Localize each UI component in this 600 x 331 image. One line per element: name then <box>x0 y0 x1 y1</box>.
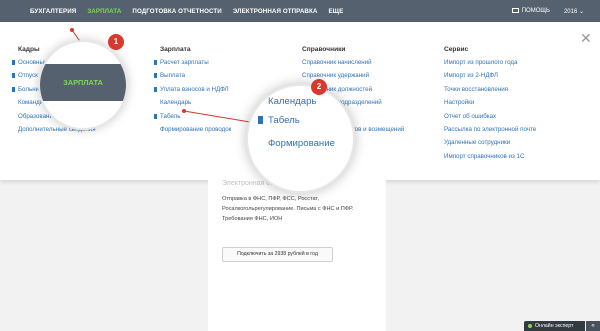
column-salary: Зарплата Расчет зарплаты Выплата Уплата … <box>154 46 231 139</box>
nav-salary[interactable]: ЗАРПЛАТА <box>87 8 121 15</box>
zoom-salary-label: ЗАРПЛАТА <box>63 78 103 87</box>
step-badge-1: 1 <box>108 34 124 50</box>
menu-item[interactable]: Импорт из прошлого года <box>444 59 536 72</box>
promo-line: Требования ФНС, ИОН <box>222 216 283 222</box>
menu-item[interactable]: Формирование проводок <box>160 126 231 139</box>
flag-icon <box>12 60 15 65</box>
top-navigation-bar: БУХГАЛТЕРИЯ ЗАРПЛАТА ПОДГОТОВКА ОТЧЕТНОС… <box>0 0 600 22</box>
zoom-callout-salary: ЗАРПЛАТА <box>38 40 128 130</box>
flag-icon <box>12 73 15 79</box>
menu-item[interactable]: Удаленные сотрудники <box>444 139 536 152</box>
column-title: Сервис <box>444 46 469 53</box>
online-status-icon <box>528 324 532 328</box>
menu-item[interactable]: Точки восстановления <box>444 86 536 99</box>
menu-item[interactable]: Рассылка по электронной почте <box>444 126 536 139</box>
menu-item-label: Расчет зарплаты <box>160 59 209 66</box>
menu-item-label: Выплата <box>160 72 186 80</box>
nav-more[interactable]: ЕЩЕ <box>328 8 343 15</box>
promo-description: Отправка в ФНС, ПФР, ФСС, Росстат, Росал… <box>222 194 382 224</box>
menu-item[interactable]: Выплата <box>154 72 231 85</box>
menu-item[interactable]: Расчет зарплаты <box>154 59 231 72</box>
menu-item[interactable]: Календарь <box>160 99 231 112</box>
zoom-item-calendar: Календарь <box>268 96 317 107</box>
column-title: Справочники <box>302 46 346 53</box>
year-label: 2016 <box>563 8 578 15</box>
online-expert-widget[interactable]: Онлайн эксперт <box>524 321 585 331</box>
nav-e-filing[interactable]: ЭЛЕКТРОННАЯ ОТПРАВКА <box>233 8 318 15</box>
promo-line: Отправка в ФНС, ПФР, ФСС, Росстат, <box>222 196 320 202</box>
flag-icon <box>154 113 157 119</box>
connect-button[interactable]: Подключить за 2938 рублей в год <box>222 247 333 262</box>
menu-item-label: Отпуск <box>18 72 38 80</box>
menu-item[interactable]: Настройки <box>444 99 536 112</box>
menu-item[interactable]: Справочник начислений <box>302 59 404 72</box>
top-right-controls: ПОМОЩЬ 2016 ⌄ <box>511 0 584 22</box>
online-expert-label: Онлайн эксперт <box>535 323 574 329</box>
menu-item[interactable]: Импорт из 2-НДФЛ <box>444 72 536 85</box>
close-icon[interactable]: ✕ <box>580 31 592 45</box>
help-label: ПОМОЩЬ <box>521 8 550 15</box>
main-nav: БУХГАЛТЕРИЯ ЗАРПЛАТА ПОДГОТОВКА ОТЧЕТНОС… <box>30 8 343 15</box>
nav-reporting[interactable]: ПОДГОТОВКА ОТЧЕТНОСТИ <box>132 8 221 15</box>
zoom-callout-timesheet: Календарь Табель Формирование <box>246 84 355 193</box>
help-link[interactable]: ПОМОЩЬ <box>511 7 550 15</box>
menu-item[interactable]: Отчет об ошибках <box>444 113 536 126</box>
zoom-item-forming: Формирование <box>268 138 335 149</box>
e-filing-promo: Электронная отправка Отправка в ФНС, ПФР… <box>208 180 386 331</box>
column-service: Сервис Импорт из прошлого года Импорт из… <box>444 46 536 166</box>
zoom-band: ЗАРПЛАТА <box>40 64 126 101</box>
menu-item[interactable]: Уплата взносов и НДФЛ <box>154 85 231 99</box>
step-badge-2: 2 <box>311 79 327 95</box>
promo-line: Росалкогольрегулирование. Письма с ФНС и… <box>222 206 354 212</box>
flag-icon <box>154 86 157 92</box>
menu-item-label: Уплата взносов и НДФЛ <box>160 85 229 93</box>
flag-icon <box>154 60 157 65</box>
flag-icon <box>12 86 15 92</box>
flag-icon <box>154 73 157 79</box>
chevron-down-icon: ⌄ <box>578 8 584 15</box>
zoom-item-timesheet: Табель <box>268 115 300 126</box>
flag-icon <box>258 116 263 124</box>
menu-item[interactable]: Табель <box>154 112 231 126</box>
nav-accounting[interactable]: БУХГАЛТЕРИЯ <box>30 8 76 15</box>
mail-icon <box>511 7 519 13</box>
column-title: Зарплата <box>160 46 191 53</box>
menu-item-label: Табель <box>160 112 181 120</box>
collapse-chat-button[interactable]: « <box>586 321 600 331</box>
year-selector[interactable]: 2016 ⌄ <box>564 8 584 15</box>
menu-item[interactable]: Импорт справочников из 1С <box>444 153 536 166</box>
